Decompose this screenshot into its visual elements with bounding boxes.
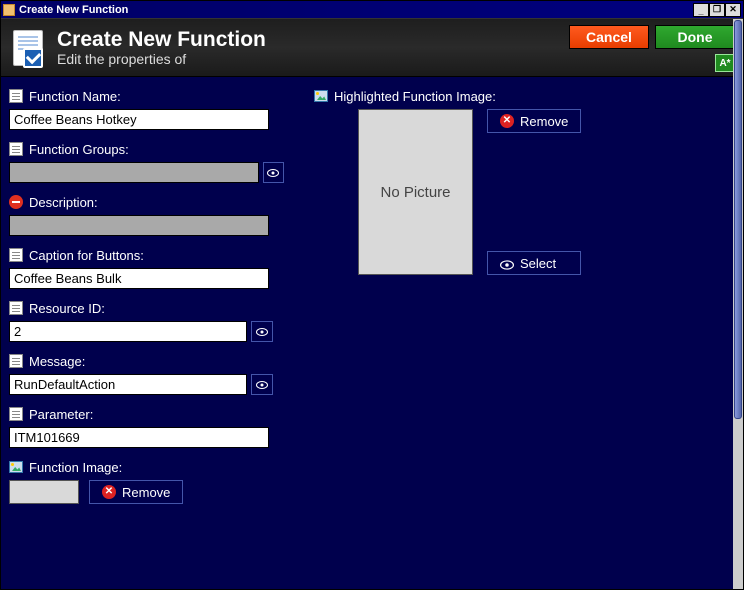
resource-id-input[interactable] — [9, 321, 247, 342]
header-subtitle: Edit the properties of — [57, 51, 266, 67]
note-icon — [9, 89, 23, 103]
highlighted-remove-label: Remove — [520, 114, 568, 129]
field-description: Description: — [9, 193, 284, 236]
remove-icon: ✕ — [500, 114, 514, 128]
note-icon — [9, 142, 23, 156]
app-icon — [3, 4, 15, 16]
window: Create New Function _ ❐ ✕ Create New Fun… — [0, 0, 744, 590]
header: Create New Function Edit the properties … — [1, 19, 743, 77]
field-resource-id: Resource ID: — [9, 299, 284, 342]
eye-icon — [256, 377, 268, 392]
parameter-input[interactable] — [9, 427, 269, 448]
highlighted-image-label: Highlighted Function Image: — [334, 89, 496, 104]
function-name-input[interactable] — [9, 109, 269, 130]
function-groups-input[interactable] — [9, 162, 259, 183]
header-icon — [9, 28, 49, 68]
close-button[interactable]: ✕ — [725, 3, 741, 17]
stop-icon — [9, 195, 23, 209]
titlebar-left: Create New Function — [3, 4, 128, 16]
resource-id-label: Resource ID: — [29, 301, 105, 316]
note-icon — [9, 354, 23, 368]
field-message: Message: — [9, 352, 284, 395]
highlighted-select-label: Select — [520, 256, 556, 271]
field-parameter: Parameter: — [9, 405, 284, 448]
function-image-label: Function Image: — [29, 460, 122, 475]
scrollbar-thumb[interactable] — [734, 20, 742, 419]
function-name-label: Function Name: — [29, 89, 121, 104]
header-buttons: Cancel Done — [569, 25, 735, 49]
minimize-button[interactable]: _ — [693, 3, 709, 17]
toggle-badge[interactable]: A* — [715, 54, 735, 72]
image-icon — [314, 90, 328, 102]
eye-icon — [267, 165, 279, 180]
right-column: Highlighted Function Image: No Picture ✕… — [314, 87, 725, 514]
resource-id-browse-button[interactable] — [251, 321, 273, 342]
message-input[interactable] — [9, 374, 247, 395]
header-text: Create New Function Edit the properties … — [57, 28, 266, 67]
function-groups-label: Function Groups: — [29, 142, 129, 157]
image-icon — [9, 461, 23, 473]
cancel-button[interactable]: Cancel — [569, 25, 649, 49]
done-button[interactable]: Done — [655, 25, 735, 49]
content: Function Name: Function Groups: — [1, 79, 733, 589]
message-label: Message: — [29, 354, 85, 369]
function-groups-browse-button[interactable] — [263, 162, 284, 183]
titlebar-buttons: _ ❐ ✕ — [693, 3, 741, 17]
description-label: Description: — [29, 195, 98, 210]
titlebar: Create New Function _ ❐ ✕ — [1, 1, 743, 19]
field-function-name: Function Name: — [9, 87, 284, 130]
description-input[interactable] — [9, 215, 269, 236]
parameter-label: Parameter: — [29, 407, 93, 422]
highlighted-image-remove-button[interactable]: ✕ Remove — [487, 109, 581, 133]
field-function-groups: Function Groups: — [9, 140, 284, 183]
highlighted-image-select-button[interactable]: Select — [487, 251, 581, 275]
message-browse-button[interactable] — [251, 374, 273, 395]
note-icon — [9, 407, 23, 421]
no-picture-text: No Picture — [380, 184, 450, 201]
note-icon — [9, 301, 23, 315]
function-image-remove-label: Remove — [122, 485, 170, 500]
scrollbar[interactable] — [733, 19, 743, 589]
remove-icon: ✕ — [102, 485, 116, 499]
function-image-preview[interactable] — [9, 480, 79, 504]
left-column: Function Name: Function Groups: — [9, 87, 284, 514]
field-caption: Caption for Buttons: — [9, 246, 284, 289]
eye-icon — [256, 324, 268, 339]
caption-input[interactable] — [9, 268, 269, 289]
maximize-button[interactable]: ❐ — [709, 3, 725, 17]
highlighted-image-preview[interactable]: No Picture — [358, 109, 473, 275]
function-image-remove-button[interactable]: ✕ Remove — [89, 480, 183, 504]
header-title: Create New Function — [57, 28, 266, 51]
field-highlighted-image: Highlighted Function Image: No Picture ✕… — [314, 87, 725, 275]
field-function-image: Function Image: ✕ Remove — [9, 458, 284, 504]
caption-label: Caption for Buttons: — [29, 248, 144, 263]
eye-icon — [500, 258, 514, 268]
note-icon — [9, 248, 23, 262]
window-title: Create New Function — [19, 4, 128, 16]
